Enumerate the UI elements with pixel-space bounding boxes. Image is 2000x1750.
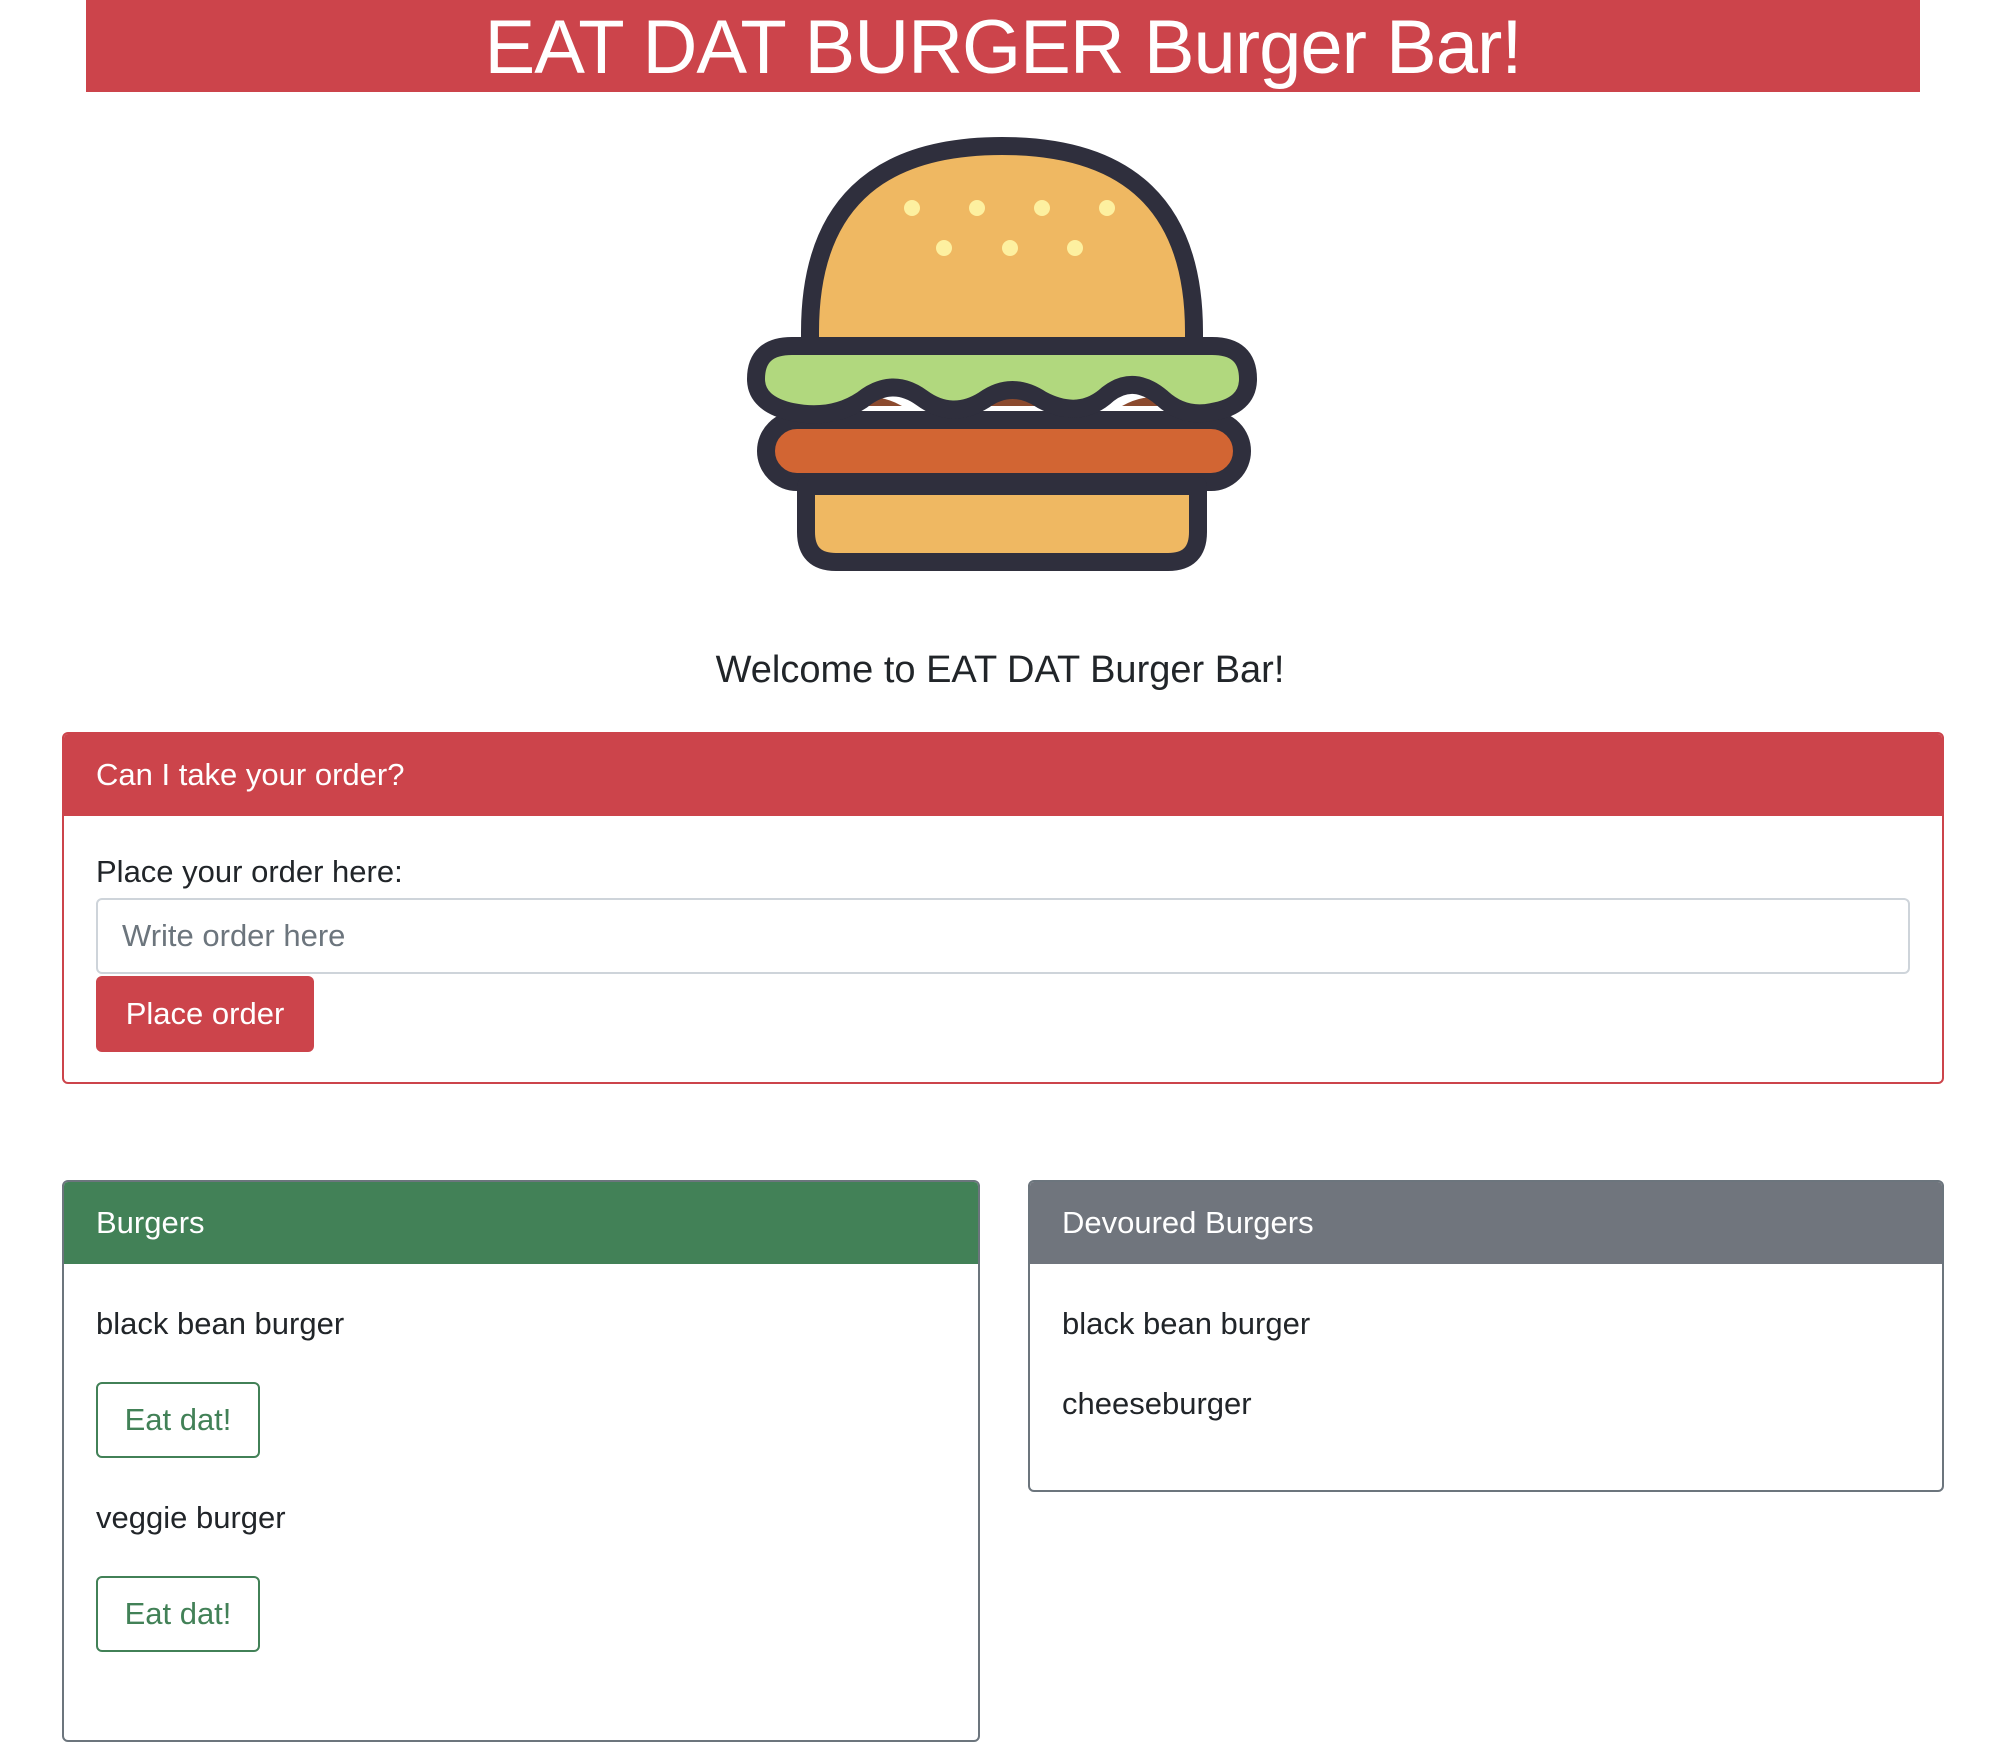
order-input-label: Place your order here:	[96, 854, 403, 889]
order-input[interactable]	[96, 898, 1910, 974]
list-item: black bean burger	[1062, 1306, 1311, 1341]
eat-dat-button[interactable]: Eat dat!	[96, 1382, 260, 1458]
eat-dat-button[interactable]: Eat dat!	[96, 1576, 260, 1652]
devoured-list: black bean burger cheeseburger	[1030, 1264, 1942, 1424]
page-title: EAT DAT BURGER Burger Bar!	[86, 0, 1920, 92]
devoured-burgers-card: Devoured Burgers black bean burger chees…	[1028, 1180, 1944, 1492]
order-card-header: Can I take your order?	[64, 734, 1942, 816]
place-order-button[interactable]: Place order	[96, 976, 314, 1052]
order-card: Can I take your order? Place your order …	[62, 732, 1944, 1084]
burgers-list: black bean burger Eat dat! veggie burger…	[64, 1264, 978, 1652]
burger-icon	[747, 137, 1257, 571]
list-item: black bean burger Eat dat!	[96, 1304, 946, 1458]
burger-name: veggie burger	[96, 1500, 286, 1535]
burgers-card-header: Burgers	[64, 1182, 978, 1264]
welcome-message: Welcome to EAT DAT Burger Bar!	[715, 649, 1285, 691]
list-item: cheeseburger	[1062, 1386, 1252, 1421]
burgers-card: Burgers black bean burger Eat dat! veggi…	[62, 1180, 980, 1742]
devoured-card-header: Devoured Burgers	[1030, 1182, 1942, 1264]
burger-name: black bean burger	[96, 1306, 345, 1341]
list-item: veggie burger Eat dat!	[96, 1498, 946, 1652]
